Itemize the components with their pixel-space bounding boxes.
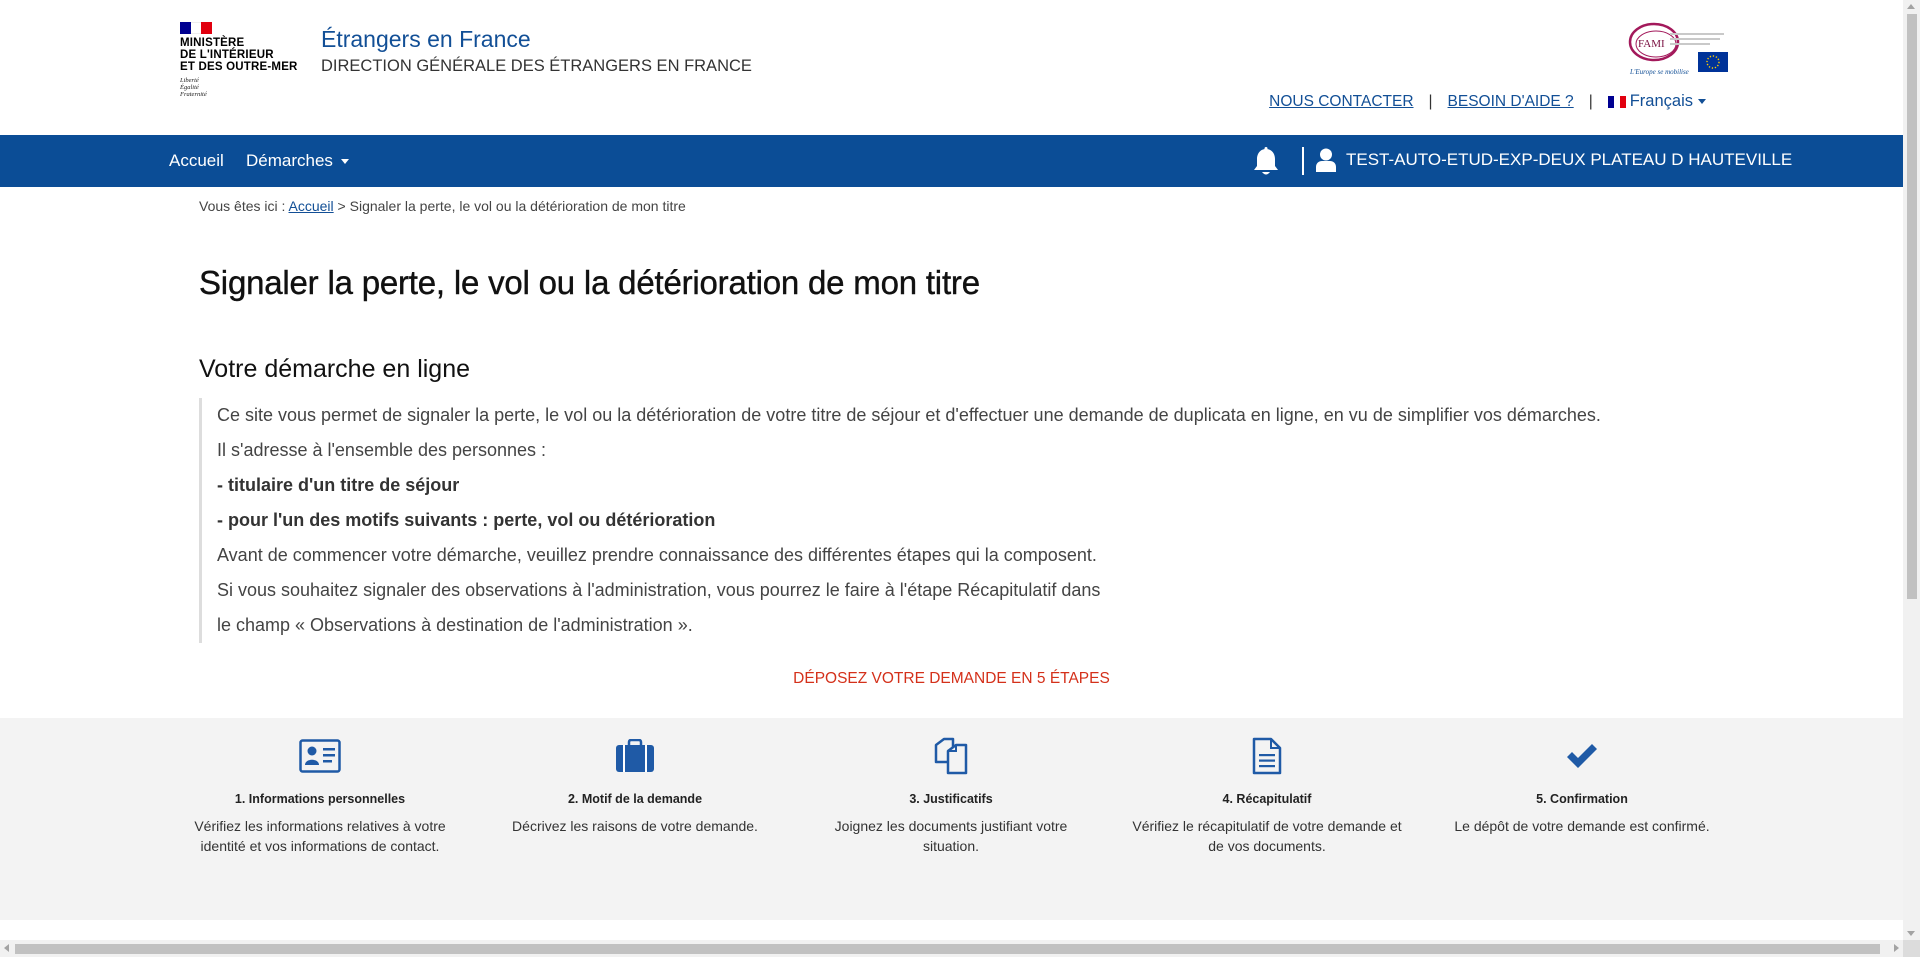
step-supporting-documents: 3. Justificatifs Joignez les documents j…	[806, 736, 1096, 856]
chevron-down-icon	[1698, 99, 1706, 104]
site-header: MINISTÈRE DE L'INTÉRIEUR ET DES OUTRE-ME…	[0, 0, 1903, 135]
intro-line: Il s'adresse à l'ensemble des personnes …	[217, 440, 547, 460]
intro-blockquote: Ce site vous permet de signaler la perte…	[199, 398, 1601, 643]
step-title: 4. Récapitulatif	[1222, 792, 1312, 806]
scroll-left-arrow-icon[interactable]	[4, 944, 9, 952]
step-description: Vérifiez le récapitulatif de votre deman…	[1132, 818, 1402, 854]
french-flag-icon	[1607, 95, 1626, 108]
section-title: Votre démarche en ligne	[199, 355, 471, 383]
link-separator: |	[1428, 92, 1433, 110]
intro-line: Avant de commencer votre démarche, veuil…	[217, 545, 1097, 565]
documents-icon	[806, 736, 1096, 776]
fami-logo: FAMI L'Europe se mobilise	[1628, 20, 1728, 78]
link-separator: |	[1588, 92, 1593, 110]
ministry-logo[interactable]: MINISTÈRE DE L'INTÉRIEUR ET DES OUTRE-ME…	[180, 22, 300, 98]
language-label: Français	[1629, 92, 1693, 110]
language-selector[interactable]: Français	[1607, 92, 1706, 111]
site-title[interactable]: Étrangers en France	[321, 26, 531, 53]
breadcrumb-current: Signaler la perte, le vol ou la détérior…	[349, 198, 686, 214]
step-title: 2. Motif de la demande	[567, 792, 703, 806]
step-title: 3. Justificatifs	[909, 792, 993, 806]
step-request-reason: 2. Motif de la demande Décrivez les rais…	[490, 736, 780, 836]
step-description: Décrivez les raisons de votre demande.	[512, 818, 758, 834]
nav-home[interactable]: Accueil	[169, 151, 224, 171]
nav-divider	[1302, 147, 1304, 175]
vertical-scroll-thumb[interactable]	[1907, 14, 1917, 599]
horizontal-scroll-thumb[interactable]	[15, 944, 1880, 954]
page-title: Signaler la perte, le vol ou la détérior…	[199, 264, 980, 301]
nav-procedures-label: Démarches	[246, 151, 333, 170]
svg-text:L'Europe se mobilise: L'Europe se mobilise	[1629, 68, 1689, 76]
id-card-icon	[175, 736, 465, 776]
breadcrumb-home-link[interactable]: Accueil	[289, 198, 334, 214]
step-confirmation: 5. Confirmation Le dépôt de votre demand…	[1437, 736, 1727, 836]
nav-procedures-dropdown[interactable]: Démarches	[246, 151, 349, 171]
breadcrumb-prefix: Vous êtes ici :	[199, 198, 286, 214]
main-navbar: Accueil Démarches TEST-AUTO-ETUD-EXP-DEU…	[0, 135, 1903, 187]
bell-icon[interactable]	[1252, 147, 1280, 177]
steps-panel: 1. Informations personnelles Vérifiez le…	[0, 718, 1903, 920]
help-link[interactable]: BESOIN D'AIDE ?	[1448, 93, 1574, 111]
step-description: Le dépôt de votre demande est confirmé.	[1454, 818, 1710, 834]
scroll-right-arrow-icon[interactable]	[1894, 944, 1899, 952]
step-personal-info: 1. Informations personnelles Vérifiez le…	[175, 736, 465, 856]
steps-heading: DÉPOSEZ VOTRE DEMANDE EN 5 ÉTAPES	[793, 670, 1110, 687]
intro-line: Ce site vous permet de signaler la perte…	[217, 405, 1601, 425]
intro-line-bold: - pour l'un des motifs suivants : perte,…	[217, 510, 716, 530]
checkmark-icon	[1437, 736, 1727, 776]
scrollbar-corner	[1903, 940, 1920, 957]
step-title: 5. Confirmation	[1536, 792, 1628, 806]
user-icon	[1316, 148, 1336, 172]
step-title: 1. Informations personnelles	[234, 792, 406, 806]
marianne-flag-icon	[180, 22, 213, 34]
horizontal-scrollbar[interactable]	[0, 940, 1903, 957]
intro-line: Si vous souhaitez signaler des observati…	[217, 580, 1101, 600]
eu-flag-icon	[1698, 52, 1728, 72]
contact-link[interactable]: NOUS CONTACTER	[1269, 93, 1413, 111]
top-links: NOUS CONTACTER | BESOIN D'AIDE ? | Franç…	[1269, 92, 1706, 111]
republic-motto: Liberté Égalité Fraternité	[180, 77, 207, 98]
user-menu[interactable]: TEST-AUTO-ETUD-EXP-DEUX PLATEAU D HAUTEV…	[1316, 148, 1792, 172]
step-summary: 4. Récapitulatif Vérifiez le récapitulat…	[1122, 736, 1412, 856]
vertical-scrollbar[interactable]	[1903, 0, 1920, 940]
step-description: Joignez les documents justifiant votre s…	[834, 818, 1068, 854]
svg-text:FAMI: FAMI	[1638, 38, 1665, 50]
step-description: Vérifiez les informations relatives à vo…	[194, 818, 446, 854]
briefcase-icon	[490, 736, 780, 776]
scroll-down-arrow-icon[interactable]	[1907, 931, 1915, 936]
ministry-name: MINISTÈRE DE L'INTÉRIEUR ET DES OUTRE-ME…	[180, 37, 298, 73]
site-subtitle: DIRECTION GÉNÉRALE DES ÉTRANGERS EN FRAN…	[321, 57, 752, 75]
breadcrumb-separator: >	[337, 198, 346, 214]
chevron-down-icon	[340, 158, 349, 164]
scroll-up-arrow-icon[interactable]	[1907, 4, 1915, 9]
user-name: TEST-AUTO-ETUD-EXP-DEUX PLATEAU D HAUTEV…	[1346, 150, 1793, 169]
file-text-icon	[1122, 736, 1412, 776]
breadcrumb: Vous êtes ici : Accueil > Signaler la pe…	[199, 198, 686, 214]
intro-line-bold: - titulaire d'un titre de séjour	[217, 475, 460, 495]
intro-line: le champ « Observations à destination de…	[217, 615, 693, 635]
